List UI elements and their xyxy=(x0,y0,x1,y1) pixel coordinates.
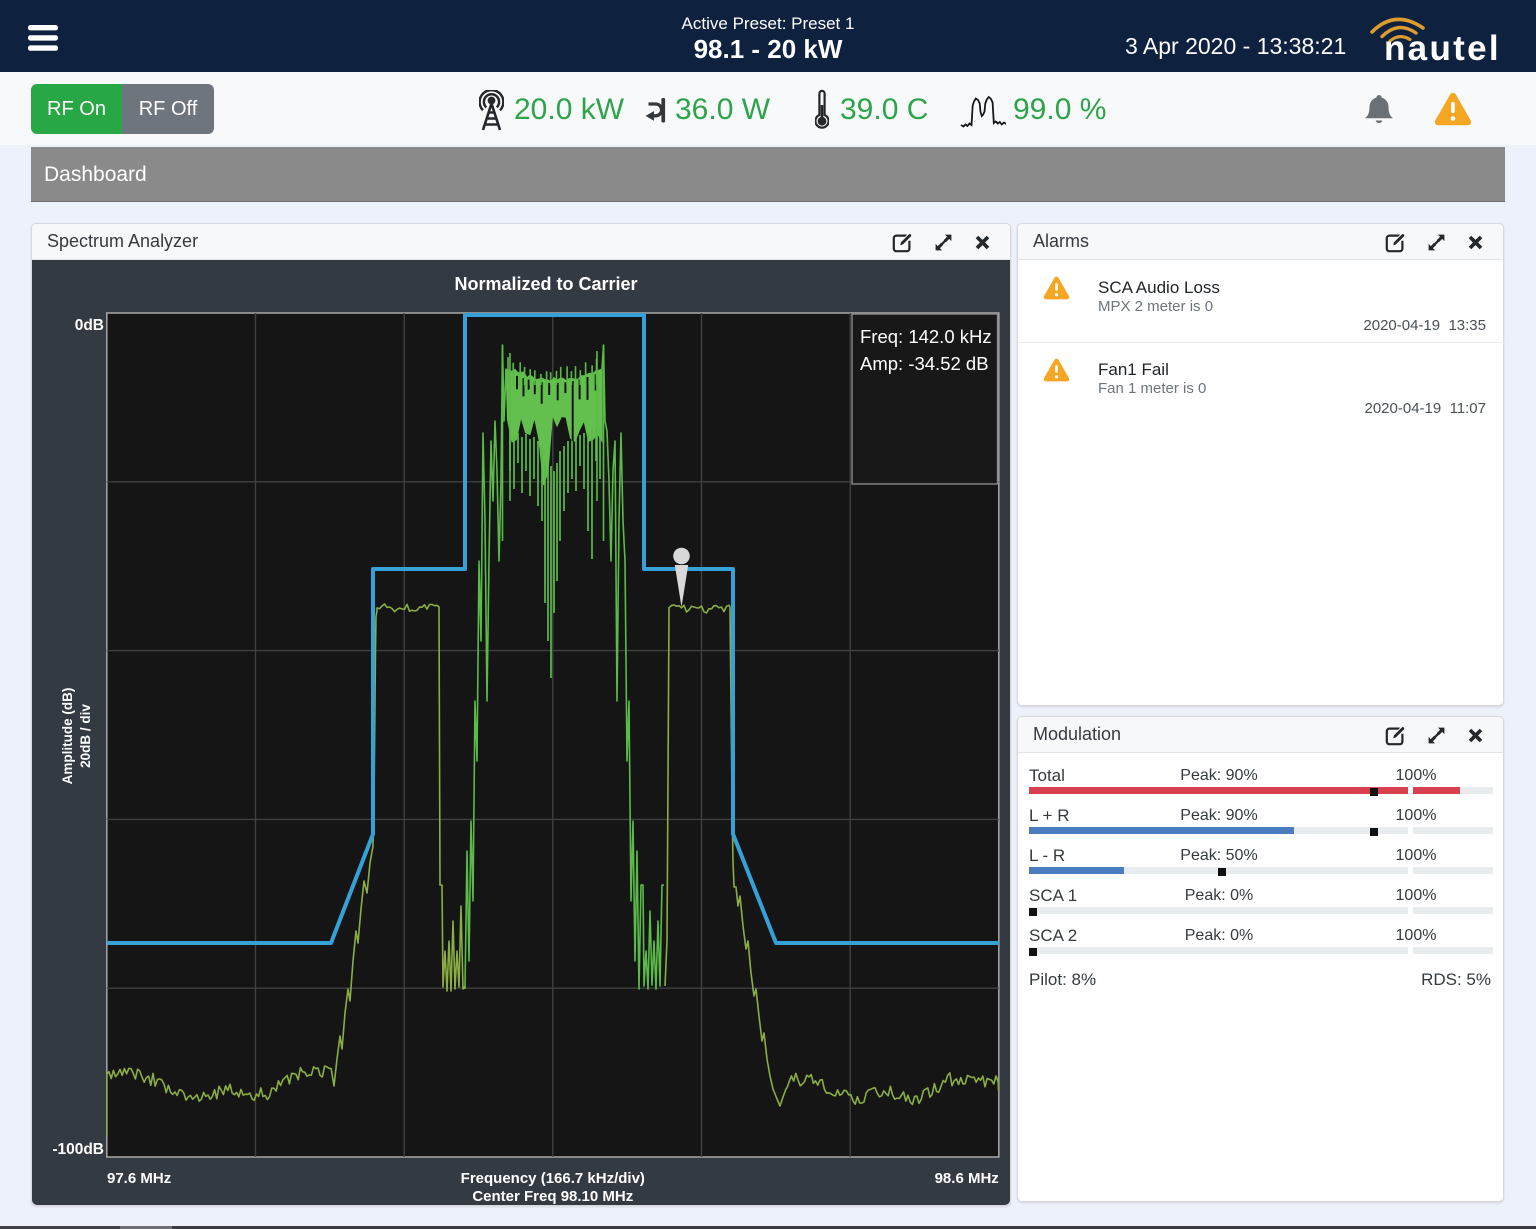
svg-text:Normalized to Carrier: Normalized to Carrier xyxy=(454,274,637,294)
svg-text:20dB / div: 20dB / div xyxy=(78,704,93,768)
svg-text:Amp: -34.52 dB: Amp: -34.52 dB xyxy=(860,353,989,374)
svg-text:0dB: 0dB xyxy=(75,317,104,334)
svg-text:Center Freq 98.10 MHz: Center Freq 98.10 MHz xyxy=(472,1188,633,1205)
svg-text:Frequency (166.7 kHz/div): Frequency (166.7 kHz/div) xyxy=(461,1170,645,1187)
svg-text:Freq: 142.0 kHz: Freq: 142.0 kHz xyxy=(860,326,992,347)
svg-text:nautel: nautel xyxy=(1384,29,1501,66)
svg-text:98.6 MHz: 98.6 MHz xyxy=(935,1170,999,1187)
svg-text:97.6 MHz: 97.6 MHz xyxy=(107,1170,171,1187)
svg-text:-100dB: -100dB xyxy=(52,1141,104,1158)
svg-text:Amplitude (dB): Amplitude (dB) xyxy=(60,688,75,785)
